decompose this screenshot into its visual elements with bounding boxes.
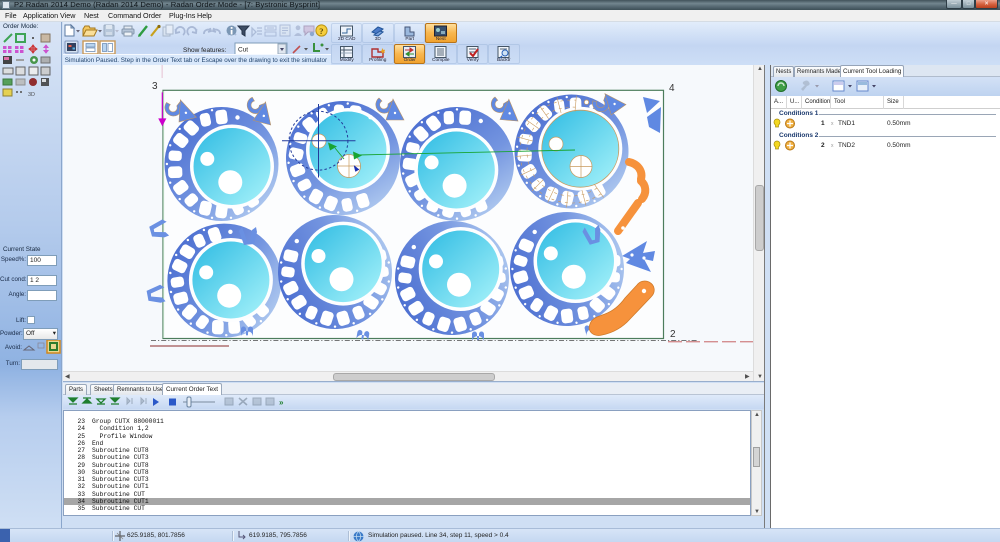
svg-text:Show features:: Show features: [183, 47, 227, 54]
svg-text:4: 4 [669, 83, 675, 94]
svg-text:3: 3 [152, 81, 158, 92]
svg-text:Cut: Cut [238, 47, 248, 54]
svg-text:?: ? [319, 26, 323, 36]
svg-text:»: » [279, 398, 284, 407]
svg-text:3D: 3D [28, 92, 35, 98]
svg-text:2: 2 [670, 329, 676, 340]
